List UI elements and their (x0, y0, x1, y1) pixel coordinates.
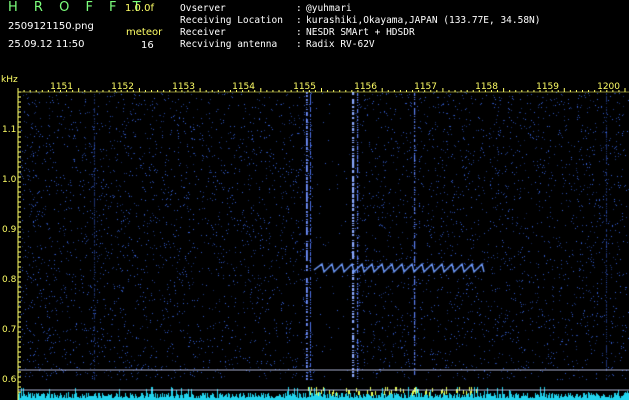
x-tick-label: 1154 (232, 82, 255, 92)
spectrogram-waterfall (18, 92, 629, 400)
info-row-location: Receiving Location : kurashiki,Okayama,J… (180, 15, 541, 27)
info-key: Receiving Location (180, 15, 283, 26)
app-version: 1.0.0f (125, 3, 154, 14)
x-tick-label: 1157 (414, 82, 437, 92)
y-tick-label: 0.7 (2, 325, 17, 335)
x-tick-label: 1156 (354, 82, 377, 92)
info-key: Receiver (180, 27, 226, 38)
info-key: Ovserver (180, 3, 226, 14)
info-key: Recviving antenna (180, 39, 278, 50)
x-tick-label: 1159 (536, 82, 559, 92)
info-separator: : (296, 39, 302, 50)
info-separator: : (296, 27, 302, 38)
info-separator: : (296, 3, 302, 14)
info-row-antenna: Recviving antenna : Radix RV-62V (180, 39, 541, 51)
info-row-receiver: Receiver : NESDR SMArt + HDSDR (180, 27, 541, 39)
station-info: Ovserver : @yuhmari Receiving Location :… (180, 3, 541, 51)
hrofft-window: H R O F F T 1.0.0f 2509121150.png 25.09.… (0, 0, 629, 400)
info-separator: : (296, 15, 302, 26)
date-time: 25.09.12 11:50 (8, 39, 85, 50)
info-value: @yuhmari (306, 3, 352, 14)
info-row-observer: Ovserver : @yuhmari (180, 3, 541, 15)
x-tick-label: 1200 (597, 82, 620, 92)
y-tick-label: 0.8 (2, 275, 17, 285)
y-tick-label: 1.0 (2, 175, 17, 185)
x-tick-label: 1155 (293, 82, 316, 92)
x-tick-label: 1153 (172, 82, 195, 92)
file-name: 2509121150.png (8, 21, 94, 32)
y-tick-label: 0.6 (2, 375, 17, 385)
mode-label: meteor (126, 27, 163, 38)
y-tick-label: 1.1 (2, 125, 17, 135)
info-value: Radix RV-62V (306, 39, 375, 50)
info-value: kurashiki,Okayama,JAPAN (133.77E, 34.58N… (306, 15, 541, 26)
frequency-unit-label: kHz (1, 75, 18, 85)
x-tick-label: 1158 (475, 82, 498, 92)
x-tick-label: 1152 (111, 82, 134, 92)
mode-count: 16 (141, 40, 154, 51)
x-tick-label: 1151 (50, 82, 73, 92)
y-tick-label: 0.9 (2, 225, 17, 235)
info-value: NESDR SMArt + HDSDR (306, 27, 415, 38)
